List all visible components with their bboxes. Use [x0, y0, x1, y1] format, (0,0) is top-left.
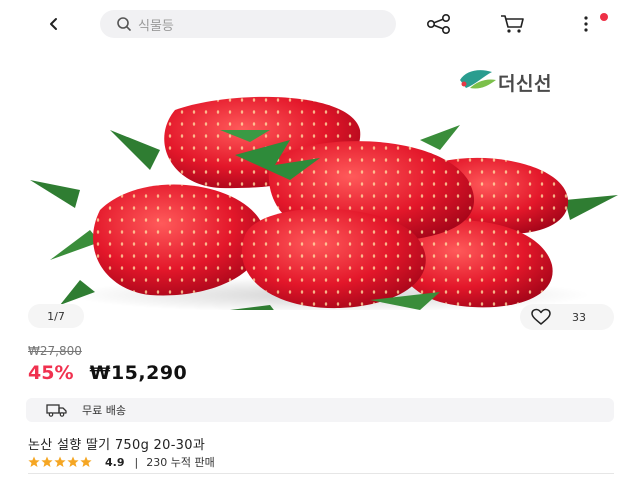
- product-title: 논산 설향 딸기 750g 20-30과: [28, 438, 206, 453]
- share-button[interactable]: [424, 10, 454, 38]
- back-button[interactable]: [40, 10, 68, 38]
- star-rating: [28, 456, 93, 468]
- product-photo: [30, 96, 618, 310]
- discount-rate: 45%: [28, 362, 74, 384]
- like-button[interactable]: 33: [520, 304, 614, 330]
- divider: [28, 473, 614, 474]
- brand-logo: 더신선: [456, 66, 612, 96]
- heart-icon: [531, 308, 551, 325]
- truck-icon: [46, 404, 67, 417]
- share-icon: [426, 14, 450, 34]
- more-vertical-icon: [584, 16, 588, 32]
- image-page-indicator: 1/7: [28, 304, 84, 328]
- star-icon: [67, 456, 79, 467]
- star-icon: [41, 456, 53, 467]
- chevron-left-icon: [50, 18, 57, 30]
- leaf-logo-icon: [460, 70, 496, 89]
- star-icon: [54, 456, 66, 467]
- sales-count: 230 누적 판매: [146, 456, 215, 469]
- brand-name: 더신선: [498, 73, 552, 95]
- star-icon: [28, 456, 40, 467]
- more-options-button[interactable]: [574, 10, 598, 38]
- original-price: ₩27,800: [28, 344, 82, 358]
- cart-button[interactable]: [497, 10, 527, 38]
- shipping-info-badge: 무료 배송: [26, 398, 614, 422]
- product-image-gallery[interactable]: 더신선 1/7 33: [0, 46, 640, 338]
- star-icon: [80, 456, 92, 467]
- search-placeholder: 식물등: [138, 18, 174, 34]
- top-navigation-bar: 식물등: [0, 0, 640, 46]
- search-bar[interactable]: 식물등: [100, 10, 396, 38]
- cart-icon: [501, 15, 524, 33]
- notification-dot: [600, 13, 608, 21]
- rating-row[interactable]: 4.9 | 230 누적 판매: [28, 454, 215, 470]
- sale-price: ₩15,290: [89, 362, 188, 384]
- rating-score: 4.9: [105, 455, 125, 469]
- price-row: 45% ₩15,290: [28, 362, 187, 384]
- rating-separator: |: [134, 455, 139, 469]
- shipping-label: 무료 배송: [82, 404, 126, 417]
- like-count: 33: [572, 310, 586, 324]
- search-icon: [117, 17, 131, 31]
